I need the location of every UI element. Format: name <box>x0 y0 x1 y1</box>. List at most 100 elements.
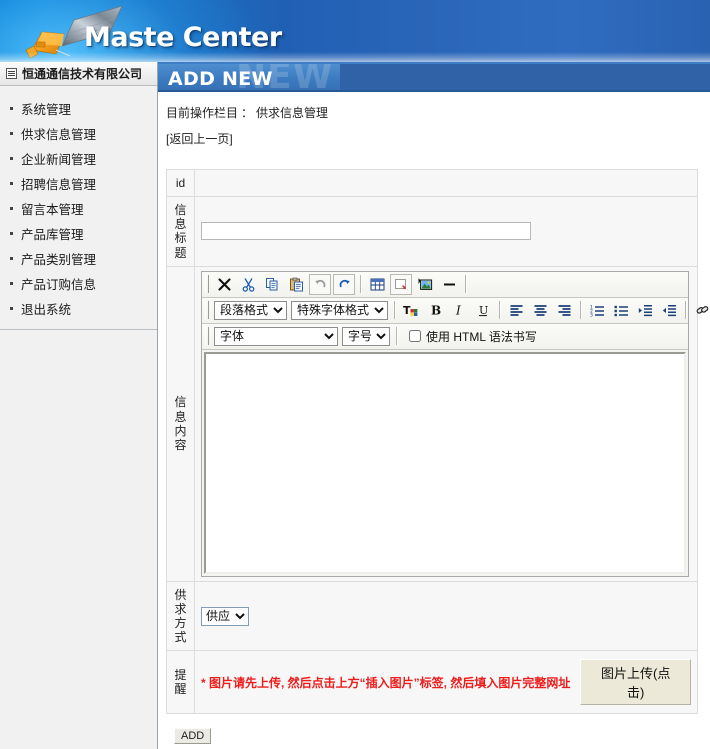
sidebar-item-product-category[interactable]: 产品类别管理 <box>0 246 157 271</box>
indent-icon[interactable] <box>634 300 656 321</box>
undo-icon[interactable] <box>309 273 331 295</box>
sidebar-item-label: 系统管理 <box>21 103 72 117</box>
sidebar-item-label: 招聘信息管理 <box>21 178 97 192</box>
cut-icon[interactable] <box>237 274 259 295</box>
sidebar-item-guestbook[interactable]: 留言本管理 <box>0 196 157 221</box>
copy-icon[interactable] <box>261 274 283 295</box>
breadcrumb: 目前操作栏目：供求信息管理 [返回上一页] <box>158 92 710 147</box>
page-title: ADD NEW <box>168 68 273 90</box>
id-value <box>194 168 698 198</box>
sidebar-item-recruitment[interactable]: 招聘信息管理 <box>0 171 157 196</box>
bullet-icon <box>10 132 13 135</box>
toolbar-separator <box>465 275 466 294</box>
building-icon <box>6 68 17 79</box>
editor-toolbar-row-2: 段落格式 特殊字体格式 T B I U 1 2 3 <box>202 297 708 324</box>
insert-image-icon[interactable] <box>414 274 436 295</box>
redo-icon[interactable] <box>333 273 355 295</box>
bullet-icon <box>10 182 13 185</box>
toolbar-grip[interactable] <box>205 327 209 346</box>
content-field-cell: 段落格式 特殊字体格式 T B I U 1 2 3 字体 字号 使用 HTML … <box>194 265 708 582</box>
delete-icon[interactable] <box>213 274 235 295</box>
supply-demand-select[interactable]: 供应 求购 <box>201 606 249 626</box>
sidebar-item-label: 留言本管理 <box>21 203 84 217</box>
bullet-icon <box>10 282 13 285</box>
title-field-cell <box>194 196 698 267</box>
editor-content-area[interactable] <box>204 351 686 574</box>
sidebar-item-product-orders[interactable]: 产品订购信息 <box>0 271 157 296</box>
outdent-icon[interactable] <box>658 300 680 321</box>
unordered-list-icon[interactable] <box>610 300 632 321</box>
sidebar-item-label: 企业新闻管理 <box>21 153 97 167</box>
way-label: 供求方式 <box>166 580 195 652</box>
align-right-icon[interactable] <box>553 300 575 321</box>
underline-icon[interactable]: U <box>472 300 494 321</box>
toolbar-grip[interactable] <box>205 275 209 294</box>
text-color-icon[interactable]: T <box>400 300 422 321</box>
font-size-select[interactable]: 字号 <box>342 326 390 346</box>
toolbar-separator <box>396 327 397 346</box>
add-new-form-table: id 信息标题 信息内容 段落格式 特殊字体格式 T B I U 1 2 3 字… <box>166 168 708 715</box>
bullet-icon <box>10 157 13 160</box>
toolbar-separator <box>394 301 395 320</box>
table-row-title: 信息标题 <box>166 196 698 267</box>
hyperlink-icon[interactable] <box>691 300 710 321</box>
breadcrumb-separator: ： <box>241 106 254 120</box>
sidebar-item-label: 退出系统 <box>21 303 72 317</box>
add-submit-button[interactable]: ADD <box>174 728 212 745</box>
ordered-list-icon[interactable]: 1 2 3 <box>586 300 608 321</box>
html-mode-checkbox[interactable] <box>409 330 421 343</box>
svg-text:I: I <box>455 304 461 318</box>
paragraph-format-select[interactable]: 段落格式 <box>214 300 287 320</box>
insert-table-icon[interactable] <box>366 274 388 295</box>
paste-icon[interactable] <box>285 274 307 295</box>
back-link[interactable]: [返回上一页] <box>166 130 233 147</box>
bullet-icon <box>10 257 13 260</box>
bullet-icon <box>10 207 13 210</box>
table-row-notice: 提醒 * 图片请先上传, 然后点击上方“插入图片”标签, 然后填入图片完整网址 … <box>166 650 698 715</box>
toolbar-separator <box>360 275 361 294</box>
notice-row: * 图片请先上传, 然后点击上方“插入图片”标签, 然后填入图片完整网址 图片上… <box>201 659 691 706</box>
brand-title: Maste Center <box>84 22 282 53</box>
svg-text:3: 3 <box>590 312 593 316</box>
notice-label: 提醒 <box>166 650 195 715</box>
toolbar-separator <box>685 301 686 320</box>
align-center-icon[interactable] <box>529 300 551 321</box>
breadcrumb-label: 目前操作栏目 <box>166 106 239 120</box>
horizontal-rule-icon[interactable] <box>438 274 460 295</box>
breadcrumb-line: 目前操作栏目：供求信息管理 <box>166 102 710 121</box>
svg-text:U: U <box>479 304 488 317</box>
notice-text: * 图片请先上传, 然后点击上方“插入图片”标签, 然后填入图片完整网址 <box>201 675 571 690</box>
title-input[interactable] <box>201 222 531 241</box>
sidebar-company-name: 恒通通信技术有限公司 <box>22 67 143 81</box>
anchor-icon[interactable] <box>390 273 412 295</box>
editor-toolbar-row-3: 字体 字号 使用 HTML 语法书写 <box>202 323 688 350</box>
sidebar-item-label: 供求信息管理 <box>21 128 97 142</box>
toolbar-grip[interactable] <box>205 301 209 320</box>
sidebar-company-header: 恒通通信技术有限公司 <box>0 62 157 86</box>
italic-icon[interactable]: I <box>448 300 470 321</box>
bullet-icon <box>10 232 13 235</box>
editor-toolbar-row-1 <box>202 271 688 298</box>
table-row-way: 供求方式 供应 求购 <box>166 580 698 652</box>
page-body: 恒通通信技术有限公司 系统管理 供求信息管理 企业新闻管理 招聘信息管理 留言本… <box>0 62 710 749</box>
svg-text:T: T <box>403 304 411 317</box>
main-content: NEW ADD NEW 目前操作栏目：供求信息管理 [返回上一页] id 信息标… <box>158 62 710 749</box>
table-row-id: id <box>166 168 698 198</box>
special-font-format-select[interactable]: 特殊字体格式 <box>291 300 388 320</box>
sidebar-item-supply-demand[interactable]: 供求信息管理 <box>0 121 157 146</box>
site-banner: Maste Center <box>0 0 710 62</box>
html-mode-toggle[interactable]: 使用 HTML 语法书写 <box>409 328 537 345</box>
image-upload-button[interactable]: 图片上传(点击) <box>580 659 691 706</box>
font-family-select[interactable]: 字体 <box>214 326 338 346</box>
sidebar-item-company-news[interactable]: 企业新闻管理 <box>0 146 157 171</box>
sidebar-item-logout[interactable]: 退出系统 <box>0 296 157 321</box>
sidebar-item-system[interactable]: 系统管理 <box>0 96 157 121</box>
way-field-cell: 供应 求购 <box>194 580 698 652</box>
sidebar-nav: 系统管理 供求信息管理 企业新闻管理 招聘信息管理 留言本管理 产品库管理 产品… <box>0 86 157 330</box>
align-left-icon[interactable] <box>505 300 527 321</box>
sidebar-item-product-library[interactable]: 产品库管理 <box>0 221 157 246</box>
form-wrapper: id 信息标题 信息内容 段落格式 特殊字体格式 T B I U 1 2 3 字… <box>158 147 710 749</box>
bullet-icon <box>10 307 13 310</box>
html-mode-label: 使用 HTML 语法书写 <box>426 329 537 344</box>
bold-icon[interactable]: B <box>424 300 446 321</box>
